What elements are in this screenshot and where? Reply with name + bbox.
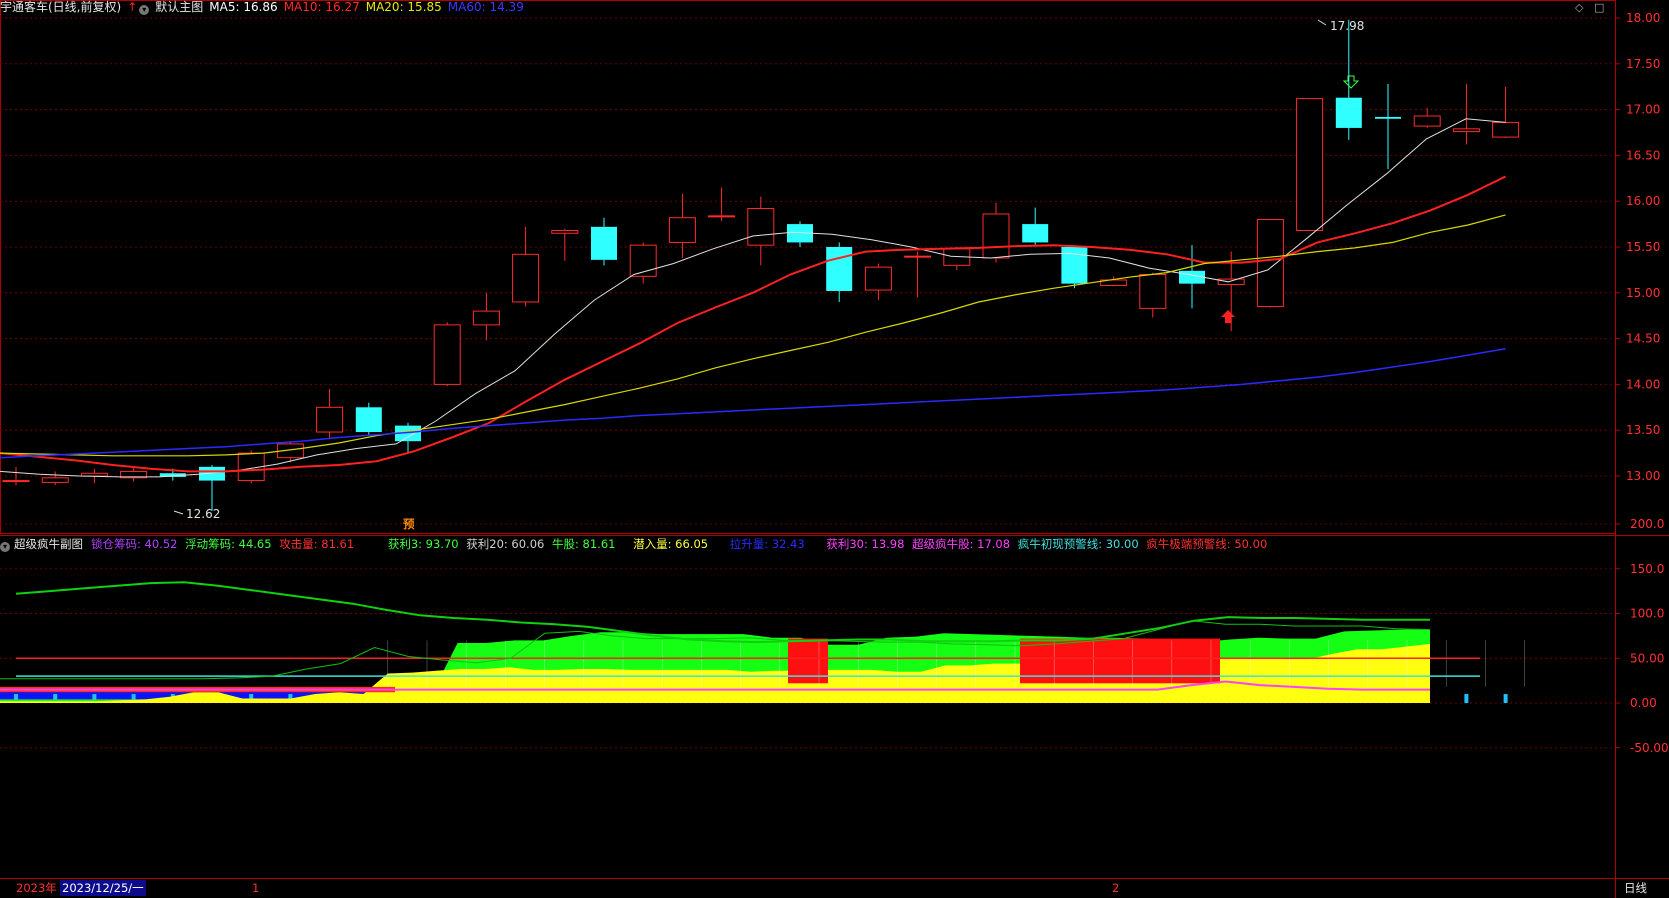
legend-item: 潜入量: 66.05: [633, 537, 709, 551]
sub-tick-label: 100.0: [1630, 607, 1664, 621]
legend-item: 超级疯牛股: 17.08: [912, 537, 1011, 551]
candle-body: [747, 208, 775, 246]
candle-body: [1335, 97, 1362, 128]
profit3-line: [15, 581, 1430, 644]
candle-body: [1061, 247, 1088, 284]
cyan-tick: [1503, 694, 1508, 703]
price-tick-label: 17.00: [1626, 103, 1660, 117]
price-tick-label: 16.00: [1626, 194, 1660, 208]
candle-body: [982, 213, 1010, 259]
candle-body: [41, 477, 69, 483]
price-tick-label: 13.50: [1626, 423, 1660, 437]
sub-chart-header: ▾ 超级疯牛副图 锁仓筹码: 40.52 浮动筹码: 44.65 攻击量: 81.6…: [0, 537, 1271, 553]
ma20-value: MA20: 15.85: [365, 0, 442, 14]
ma-line-ma60: [0, 347, 1506, 459]
price-tick-label: 13.00: [1626, 469, 1660, 483]
candle-body: [1296, 98, 1324, 232]
candlestick-chart: [2, 19, 1520, 511]
yu-badge-label: 预: [403, 517, 415, 531]
candle-body: [2, 480, 30, 483]
candle-body: [1217, 278, 1245, 286]
main-chart-header: 宇通客车(日线,前复权) ↑ ▾ 默认主图 MA5: 16.86 MA10: 16.27 M…: [0, 0, 530, 16]
candle-body: [668, 217, 696, 243]
legend-item: 牛股: 81.61: [552, 537, 616, 551]
dropdown-icon[interactable]: ▾: [0, 542, 10, 552]
stock-name[interactable]: 宇通客车(日线,前复权): [0, 0, 121, 14]
sub-tick-label: 150.0: [1630, 562, 1664, 576]
candle-body: [355, 407, 382, 433]
candle-body: [1022, 224, 1049, 243]
price-tick-label: 14.00: [1626, 377, 1660, 391]
candle-body: [904, 255, 932, 258]
window-toggle-icon[interactable]: □: [1594, 1, 1604, 14]
legend-item: 浮动筹码: 44.65: [185, 537, 272, 551]
price-tick-label: 15.00: [1626, 286, 1660, 300]
candle-body: [1139, 273, 1167, 309]
up-arrow-icon: ↑: [127, 0, 138, 14]
candle-body: [1413, 115, 1441, 127]
price-tick-label: 18.00: [1626, 11, 1660, 25]
candle-body: [826, 247, 853, 291]
legend-item: 疯牛极端预警线: 50.00: [1146, 537, 1268, 551]
high-marker: 17.98: [1317, 19, 1364, 33]
diamond-icon[interactable]: ◇: [1575, 1, 1583, 14]
buy-arrow-icon: [1221, 310, 1235, 323]
cyan-tick: [1464, 694, 1469, 703]
footer-month-label: 2: [1112, 881, 1120, 895]
candle-body: [472, 310, 500, 326]
candle-body: [864, 266, 892, 291]
chart-canvas: 18.00 17.50 17.00 16.50 16.00 15.50 15.00 14.50…: [0, 0, 1669, 898]
candle-body: [1492, 121, 1520, 138]
low-marker: 12.62: [173, 507, 220, 521]
candle-body: [433, 324, 461, 385]
high-price-label: 17.98: [1330, 19, 1364, 33]
price-tick-label: 15.50: [1626, 240, 1660, 254]
footer-month-label: 1: [252, 881, 260, 895]
sell-arrow-icon: [1342, 75, 1360, 89]
main-chart-name[interactable]: 默认主图: [155, 0, 203, 14]
footer-year: 2023年: [16, 881, 57, 895]
legend-item: 获利30: 13.98: [826, 537, 905, 551]
price-axis: 18.00 17.50 17.00 16.50 16.00 15.50 15.00 14.50…: [1615, 11, 1660, 483]
sub-tick-label: 50.00: [1630, 651, 1664, 665]
legend-item: 疯牛初现预警线: 30.00: [1017, 537, 1139, 551]
legend-item: 获利20: 60.06: [466, 537, 545, 551]
candle-body: [591, 226, 617, 260]
candle-body: [316, 406, 344, 433]
legend-item: 拉升量: 32.43: [729, 537, 805, 551]
ma60-value: MA60: 14.39: [447, 0, 524, 14]
candle-body: [80, 472, 108, 477]
price-tick-label: 16.50: [1626, 148, 1660, 162]
price-tick-label: 17.50: [1626, 57, 1660, 71]
period-label[interactable]: 日线: [1624, 880, 1647, 896]
sub-chart: [0, 581, 1525, 703]
sub-tick-label: 0.00: [1630, 696, 1657, 710]
sub-chart-name[interactable]: 超级疯牛副图: [14, 537, 83, 551]
low-price-label: 12.62: [186, 507, 220, 521]
legend-item: 攻击量: 81.61: [279, 537, 355, 551]
ma5-value: MA5: 16.86: [209, 0, 278, 14]
sub-tick-label: -50.00: [1630, 741, 1669, 755]
sub-axis: 200.0 150.0 100.0 50.00 0.00 -50.00: [1615, 517, 1669, 755]
ma10-value: MA10: 16.27: [283, 0, 360, 14]
candle-body: [708, 215, 736, 218]
candle-body: [1375, 116, 1401, 119]
candle-body: [1452, 128, 1480, 133]
candle-body: [512, 253, 540, 303]
sub-tick-label: 200.0: [1630, 517, 1664, 531]
footer-date: 2023/12/25/一: [60, 880, 146, 896]
candle-body: [1256, 219, 1284, 308]
price-tick-label: 14.50: [1626, 332, 1660, 346]
candle-body: [551, 230, 579, 234]
legend-item: 锁仓筹码: 40.52: [91, 537, 178, 551]
legend-item: 获利3: 93.70: [387, 537, 459, 551]
dropdown-icon[interactable]: ▾: [139, 5, 150, 15]
